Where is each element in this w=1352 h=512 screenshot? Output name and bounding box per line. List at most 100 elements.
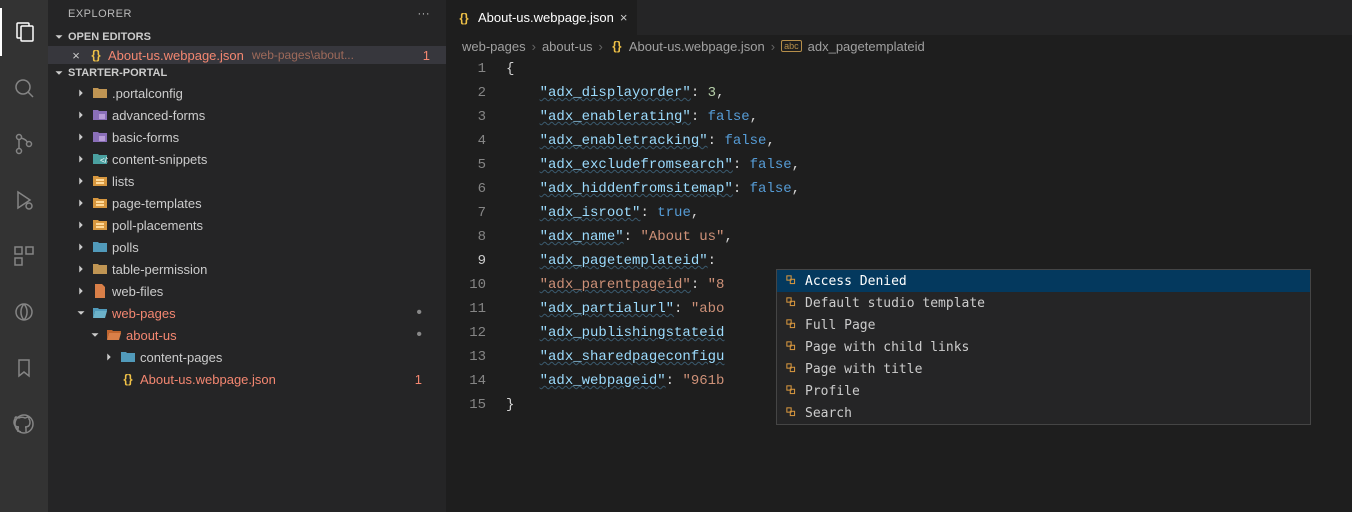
suggest-item[interactable]: Search — [777, 402, 1310, 424]
tree-item[interactable]: {}About-us.webpage.json1 — [48, 368, 446, 390]
tree-item[interactable]: about-us• — [48, 324, 446, 346]
file-icon — [92, 305, 108, 321]
tree-item-label: basic-forms — [112, 130, 179, 145]
symbol-string-icon: abc — [781, 40, 802, 52]
tree-item[interactable]: web-pages• — [48, 302, 446, 324]
breadcrumb-part[interactable]: about-us — [542, 39, 593, 54]
file-icon — [92, 107, 108, 123]
breadcrumb-part[interactable]: web-pages — [462, 39, 526, 54]
tree-item-label: advanced-forms — [112, 108, 205, 123]
activity-portal-icon[interactable] — [0, 288, 48, 336]
suggest-item[interactable]: Access Denied — [777, 270, 1310, 292]
breadcrumb-part[interactable]: {}About-us.webpage.json — [609, 38, 765, 54]
breadcrumb-part[interactable]: abcadx_pagetemplateid — [781, 39, 925, 54]
chevron-right-icon: › — [532, 39, 536, 54]
suggest-item-label: Access Denied — [805, 274, 907, 289]
code-editor[interactable]: 123456789101112131415 { "adx_displayorde… — [446, 57, 1352, 512]
enum-icon — [785, 406, 799, 420]
breadcrumb[interactable]: web-pages › about-us › {}About-us.webpag… — [446, 35, 1352, 57]
close-editor-icon[interactable]: × — [68, 48, 84, 63]
open-editor-path: web-pages\about... — [252, 48, 354, 62]
sidebar: EXPLORER ··· OPEN EDITORS × {} About-us.… — [48, 0, 446, 512]
open-editors-label: OPEN EDITORS — [68, 31, 151, 43]
line-number-gutter: 123456789101112131415 — [446, 57, 506, 512]
json-file-icon: {} — [456, 10, 472, 26]
activity-bookmark-icon[interactable] — [0, 344, 48, 392]
tree-item-label: content-pages — [140, 350, 222, 365]
file-icon — [92, 239, 108, 255]
file-tree: .portalconfig advanced-forms basic-forms </… — [48, 82, 446, 390]
section-open-editors[interactable]: OPEN EDITORS — [48, 28, 446, 46]
file-icon — [92, 195, 108, 211]
activity-run-debug-icon[interactable] — [0, 176, 48, 224]
open-editor-filename: About-us.webpage.json — [108, 48, 244, 63]
file-icon — [92, 85, 108, 101]
tree-item[interactable]: content-pages — [48, 346, 446, 368]
file-icon: {} — [120, 371, 136, 387]
suggest-item-label: Full Page — [805, 318, 875, 333]
file-icon — [92, 283, 108, 299]
suggest-item[interactable]: Page with title — [777, 358, 1310, 380]
json-file-icon: {} — [88, 47, 104, 63]
modified-dot-icon: • — [416, 326, 422, 344]
enum-icon — [785, 318, 799, 332]
suggest-item-label: Page with title — [805, 362, 922, 377]
sidebar-header: EXPLORER ··· — [48, 0, 446, 28]
json-file-icon: {} — [609, 38, 625, 54]
tree-item[interactable]: page-templates — [48, 192, 446, 214]
activity-explorer-icon[interactable] — [0, 8, 48, 56]
activity-github-icon[interactable] — [0, 400, 48, 448]
tree-item[interactable]: web-files — [48, 280, 446, 302]
editor-area: {} About-us.webpage.json × web-pages › a… — [446, 0, 1352, 512]
tree-item[interactable]: lists — [48, 170, 446, 192]
activity-bar — [0, 0, 48, 512]
tree-item-label: About-us.webpage.json — [140, 372, 276, 387]
tree-item[interactable]: polls — [48, 236, 446, 258]
tree-item[interactable]: table-permission — [48, 258, 446, 280]
close-tab-icon[interactable]: × — [620, 10, 628, 25]
tree-item[interactable]: poll-placements — [48, 214, 446, 236]
tree-item-label: content-snippets — [112, 152, 207, 167]
suggest-item[interactable]: Page with child links — [777, 336, 1310, 358]
open-editor-badge: 1 — [423, 48, 438, 63]
suggest-item-label: Profile — [805, 384, 860, 399]
tab-bar: {} About-us.webpage.json × — [446, 0, 1352, 35]
enum-icon — [785, 296, 799, 310]
activity-source-control-icon[interactable] — [0, 120, 48, 168]
tab-filename: About-us.webpage.json — [478, 10, 614, 25]
tree-item-label: web-pages — [112, 306, 176, 321]
file-icon — [92, 173, 108, 189]
tree-item[interactable]: .portalconfig — [48, 82, 446, 104]
activity-extensions-icon[interactable] — [0, 232, 48, 280]
enum-icon — [785, 274, 799, 288]
tree-item[interactable]: advanced-forms — [48, 104, 446, 126]
tree-item[interactable]: basic-forms — [48, 126, 446, 148]
suggest-item[interactable]: Default studio template — [777, 292, 1310, 314]
project-label: STARTER-PORTAL — [68, 67, 167, 79]
chevron-right-icon: › — [771, 39, 775, 54]
file-icon — [92, 217, 108, 233]
suggest-item[interactable]: Profile — [777, 380, 1310, 402]
intellisense-suggest-box[interactable]: Access Denied Default studio template Full… — [776, 269, 1311, 425]
enum-icon — [785, 362, 799, 376]
section-project[interactable]: STARTER-PORTAL — [48, 64, 446, 82]
tree-item[interactable]: </> content-snippets — [48, 148, 446, 170]
editor-tab[interactable]: {} About-us.webpage.json × — [446, 0, 638, 35]
suggest-item-label: Search — [805, 406, 852, 421]
suggest-item-label: Page with child links — [805, 340, 969, 355]
open-editor-item[interactable]: × {} About-us.webpage.json web-pages\abo… — [48, 46, 446, 64]
enum-icon — [785, 340, 799, 354]
tree-item-label: lists — [112, 174, 134, 189]
tree-item-label: .portalconfig — [112, 86, 183, 101]
sidebar-more-icon[interactable]: ··· — [418, 8, 431, 20]
tree-item-label: page-templates — [112, 196, 202, 211]
svg-text:</>: </> — [100, 156, 108, 165]
suggest-item[interactable]: Full Page — [777, 314, 1310, 336]
tree-item-label: web-files — [112, 284, 163, 299]
code-content[interactable]: { "adx_displayorder": 3, "adx_enablerati… — [506, 57, 800, 512]
sidebar-title: EXPLORER — [68, 8, 132, 20]
file-icon: </> — [92, 151, 108, 167]
file-icon — [92, 129, 108, 145]
activity-search-icon[interactable] — [0, 64, 48, 112]
file-icon — [120, 349, 136, 365]
